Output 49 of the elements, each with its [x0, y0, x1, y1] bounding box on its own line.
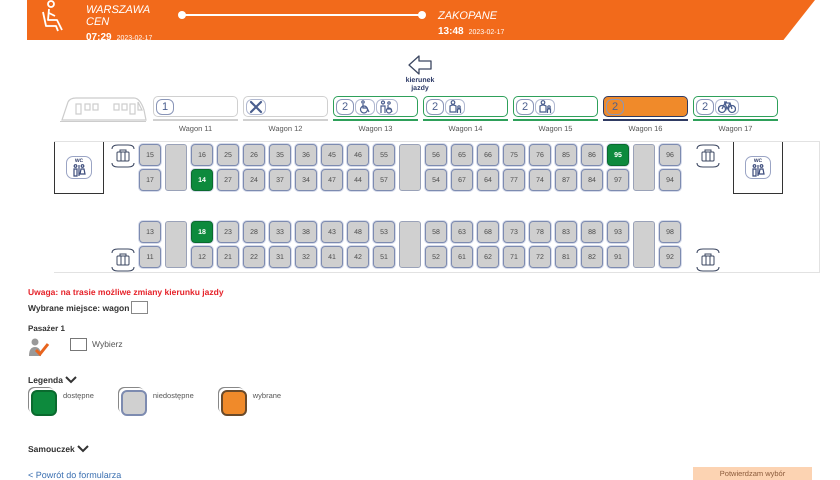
table — [633, 144, 655, 191]
seat-swatch — [120, 390, 147, 416]
seat-swatch — [220, 390, 247, 416]
wagon-button[interactable]: 2 — [333, 96, 418, 117]
passenger-title: Pasażer 1 — [28, 324, 66, 333]
luggage-icon — [110, 144, 136, 168]
class-number: 2 — [696, 98, 714, 114]
bicycle-icon — [718, 100, 736, 114]
departure-time: 07:29 — [86, 32, 112, 42]
station-name: ZAKOPANE — [438, 10, 498, 22]
departure-time: 13:48 — [438, 26, 464, 36]
table — [633, 221, 655, 268]
arrow-left-icon — [408, 55, 432, 75]
toilet-icon — [71, 164, 87, 177]
parent-child-icon — [448, 100, 462, 114]
parent-child-icon — [538, 100, 552, 114]
luggage-icon — [695, 248, 721, 272]
warning-text: Uwaga: na trasie możliwe zmiany kierunku jazdy — [28, 287, 225, 297]
class-number: 1 — [156, 98, 174, 114]
companion-icon — [379, 100, 396, 114]
chosen-seat-label: Wybrane miejsce: wagon — [28, 302, 130, 312]
class-number: 2 — [426, 98, 444, 114]
toilet-icon — [750, 164, 766, 177]
seat-swatch — [31, 390, 57, 416]
class-number: 2 — [516, 98, 534, 114]
table — [165, 144, 187, 191]
luggage-icon — [110, 248, 136, 272]
choose-label: Wybierz — [92, 339, 123, 349]
class-number: 2 — [606, 98, 624, 114]
class-number: 2 — [336, 98, 354, 114]
wagon-button[interactable]: 2 — [513, 96, 598, 117]
back-link[interactable]: < Powrót do formularza — [28, 470, 122, 480]
wagon-button[interactable] — [243, 96, 328, 117]
tutorial-title: Samouczek — [28, 444, 75, 454]
legend-title: Legenda — [28, 375, 63, 385]
wagon-button[interactable]: 1 — [153, 96, 238, 117]
chevron-down-icon — [64, 376, 77, 384]
chevron-down-icon — [76, 445, 89, 453]
table — [399, 144, 421, 191]
wheelchair-icon — [358, 100, 372, 114]
wagon-number-field — [131, 301, 148, 314]
luggage-icon — [695, 144, 721, 168]
wagon-button[interactable]: 2 — [693, 96, 778, 117]
passenger-icon — [28, 337, 50, 357]
table — [165, 221, 187, 268]
station-name: WARSZAWA CEN — [86, 4, 151, 28]
wagon-button[interactable]: 2 — [423, 96, 508, 117]
table — [399, 221, 421, 268]
checkbox[interactable] — [70, 338, 87, 350]
